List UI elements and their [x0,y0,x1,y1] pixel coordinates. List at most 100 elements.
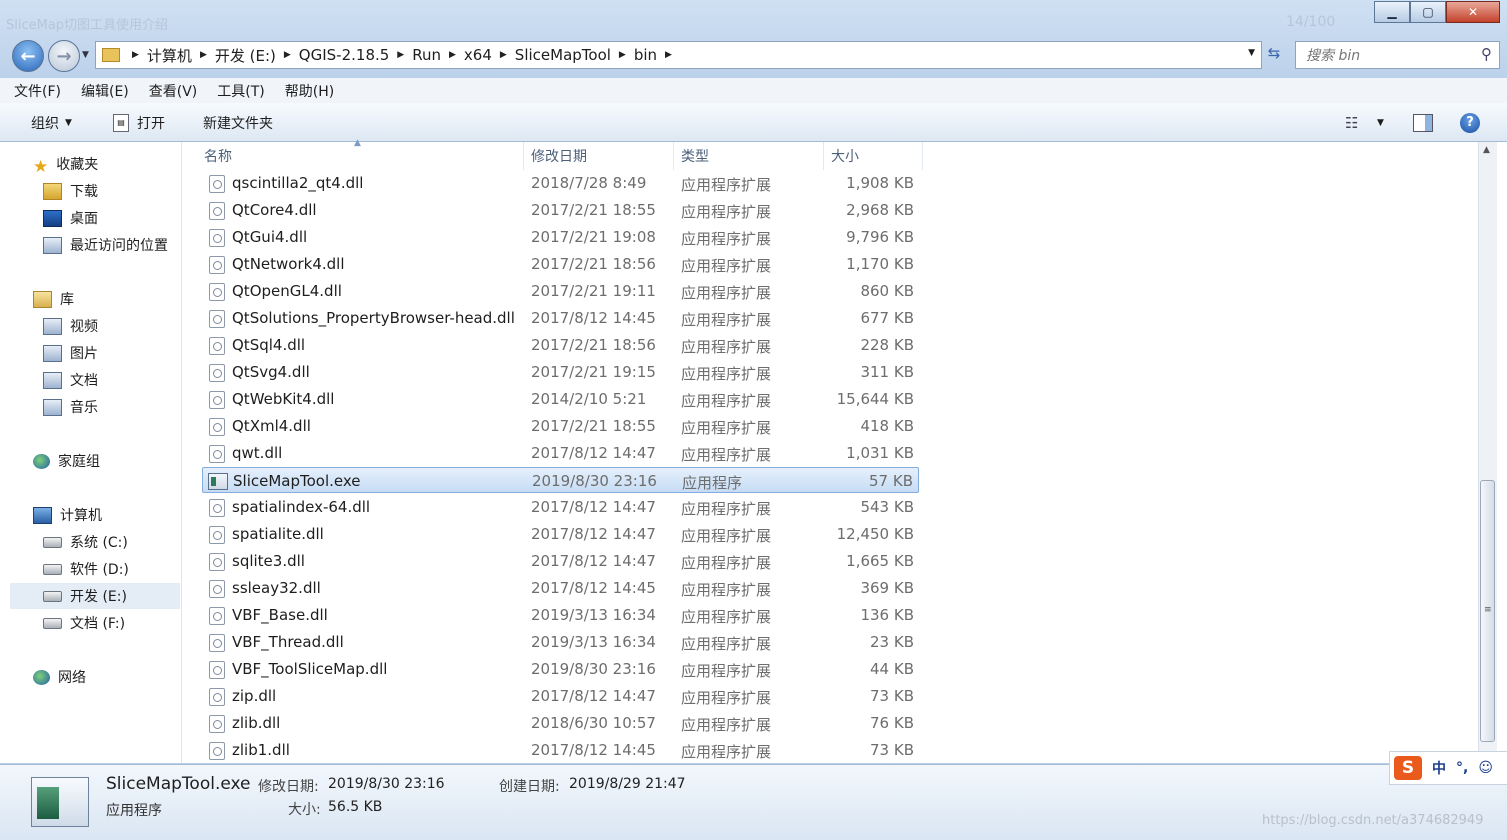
address-bar[interactable]: ▶ 计算机 ▶ 开发 (E:) ▶ QGIS-2.18.5 ▶ Run ▶ x64 ▶ S… [95,41,1262,69]
column-header-date[interactable]: 修改日期 [524,142,674,170]
file-row[interactable]: spatialite.dll 2017/8/12 14:47 应用程序扩展 12,45… [202,521,919,547]
refresh-button[interactable]: ⇆ [1264,44,1284,64]
chevron-right-icon[interactable]: ▶ [397,50,404,60]
breadcrumb-slicemaptool[interactable]: SliceMapTool ▶ [515,46,634,64]
nav-network[interactable]: 网络 [33,664,86,690]
file-row[interactable]: QtWebKit4.dll 2014/2/10 5:21 应用程序扩展 15,644 … [202,386,919,412]
file-row[interactable]: VBF_Base.dll 2019/3/13 16:34 应用程序扩展 136 KB [202,602,919,628]
chevron-right-icon[interactable]: ▶ [132,50,139,60]
chevron-right-icon[interactable]: ▶ [200,50,207,60]
address-history-dropdown[interactable]: ▼ [1248,48,1255,58]
nav-documents[interactable]: 文档 [43,367,98,393]
chevron-right-icon[interactable]: ▶ [284,50,291,60]
open-button[interactable]: ▤ 打开 [113,113,165,133]
menu-file[interactable]: 文件(F) [12,79,63,103]
nav-pictures[interactable]: 图片 [43,340,98,366]
file-row[interactable]: sqlite3.dll 2017/8/12 14:47 应用程序扩展 1,665 KB [202,548,919,574]
nav-drive-f[interactable]: 文档 (F:) [43,610,125,636]
search-icon[interactable]: ⚲ [1481,45,1492,63]
drive-icon [43,563,62,575]
file-row-selected[interactable]: SliceMapTool.exe 2019/8/30 23:16 应用程序 57 KB [202,467,919,493]
back-button[interactable]: ← [12,40,44,72]
file-list: ▲ 名称 修改日期 类型 大小 qscintilla2_qt4.dll 2018/… [182,138,1478,763]
nav-recent-places[interactable]: 最近访问的位置 [43,232,168,258]
search-box[interactable]: ⚲ [1295,41,1500,69]
maximize-button[interactable]: ▢ [1410,1,1446,23]
ime-language-toggle[interactable]: 中 [1432,758,1446,778]
column-header-size[interactable]: 大小 [824,142,923,170]
ime-emoji-icon[interactable]: ☺ [1478,760,1493,776]
chevron-right-icon[interactable]: ▶ [500,50,507,60]
nav-libraries[interactable]: 库 [33,286,74,312]
content-area: ★ 收藏夹 下载 桌面 最近访问的位置 库 视频 图片 文档 音乐 家庭组 计算机… [0,138,1507,763]
file-row[interactable]: qscintilla2_qt4.dll 2018/7/28 8:49 应用程序扩展 1… [202,170,919,196]
ime-toolbar[interactable]: S 中 °, ☺ [1389,751,1507,785]
view-dropdown-icon[interactable]: ▼ [1377,118,1384,128]
forward-button[interactable]: → [48,40,80,72]
file-row[interactable]: QtSolutions_PropertyBrowser-head.dll 2017… [202,305,919,331]
close-button[interactable]: ✕ [1446,1,1500,23]
nav-drive-c[interactable]: 系统 (C:) [43,529,128,555]
dll-file-icon [209,202,225,220]
dll-file-icon [209,283,225,301]
scroll-up-icon[interactable]: ▲ [1483,145,1490,155]
refresh-icon: ⇆ [1267,44,1281,62]
caret-down-icon: ▼ [65,118,72,128]
menu-view[interactable]: 查看(V) [147,79,200,103]
ime-punctuation-toggle[interactable]: °, [1456,760,1468,776]
view-options-icon[interactable]: ☷ [1345,114,1358,132]
file-row[interactable]: QtOpenGL4.dll 2017/2/21 19:11 应用程序扩展 860 KB [202,278,919,304]
nav-videos[interactable]: 视频 [43,313,98,339]
file-row[interactable]: spatialindex-64.dll 2017/8/12 14:47 应用程序扩展… [202,494,919,520]
nav-music[interactable]: 音乐 [43,394,98,420]
sogou-logo-icon[interactable]: S [1394,756,1422,780]
chevron-right-icon[interactable]: ▶ [619,50,626,60]
chevron-right-icon[interactable]: ▶ [665,50,672,60]
file-row[interactable]: QtXml4.dll 2017/2/21 18:55 应用程序扩展 418 KB [202,413,919,439]
column-header-type[interactable]: 类型 [674,142,824,170]
file-row[interactable]: VBF_Thread.dll 2019/3/13 16:34 应用程序扩展 23 KB [202,629,919,655]
nav-desktop[interactable]: 桌面 [43,205,98,231]
scrollbar-thumb[interactable]: ≡ [1480,480,1495,742]
minimize-button[interactable]: ▁ [1374,1,1410,23]
file-row[interactable]: VBF_ToolSliceMap.dll 2019/8/30 23:16 应用程序扩… [202,656,919,682]
nav-computer[interactable]: 计算机 [33,502,102,528]
search-input[interactable] [1304,44,1468,68]
preview-pane-icon[interactable] [1413,114,1433,132]
chevron-right-icon[interactable]: ▶ [449,50,456,60]
breadcrumb-run[interactable]: Run ▶ [412,46,464,64]
menu-help[interactable]: 帮助(H) [283,79,336,103]
breadcrumb-drive-e[interactable]: 开发 (E:) ▶ [215,45,299,66]
file-row[interactable]: zlib1.dll 2017/8/12 14:45 应用程序扩展 73 KB [202,737,919,763]
recent-pages-dropdown[interactable]: ▼ [82,50,89,60]
file-row[interactable]: QtGui4.dll 2017/2/21 19:08 应用程序扩展 9,796 KB [202,224,919,250]
nav-homegroup[interactable]: 家庭组 [33,448,100,474]
file-row[interactable]: qwt.dll 2017/8/12 14:47 应用程序扩展 1,031 KB [202,440,919,466]
help-icon[interactable]: ? [1460,113,1480,133]
title-bar[interactable]: SliceMap切图工具使用介绍 14/100 ▁ ▢ ✕ [0,0,1507,40]
dll-file-icon [209,526,225,544]
column-header-name[interactable]: 名称 [182,142,524,170]
nav-drive-e[interactable]: 开发 (E:) [10,583,180,609]
breadcrumb-x64[interactable]: x64 ▶ [464,46,515,64]
menu-edit[interactable]: 编辑(E) [79,79,131,103]
drive-icon [43,617,62,629]
file-row[interactable]: zlib.dll 2018/6/30 10:57 应用程序扩展 76 KB [202,710,919,736]
nav-downloads[interactable]: 下载 [43,178,98,204]
nav-drive-d[interactable]: 软件 (D:) [43,556,129,582]
file-row[interactable]: zip.dll 2017/8/12 14:47 应用程序扩展 73 KB [202,683,919,709]
file-row[interactable]: QtNetwork4.dll 2017/2/21 18:56 应用程序扩展 1,170… [202,251,919,277]
file-row[interactable]: QtCore4.dll 2017/2/21 18:55 应用程序扩展 2,968 KB [202,197,919,223]
breadcrumb-computer[interactable]: 计算机 ▶ [147,45,215,66]
breadcrumb-bin[interactable]: bin ▶ [634,46,680,64]
file-row[interactable]: QtSvg4.dll 2017/2/21 19:15 应用程序扩展 311 KB [202,359,919,385]
menu-tools[interactable]: 工具(T) [215,79,266,103]
breadcrumb-qgis[interactable]: QGIS-2.18.5 ▶ [299,46,412,64]
file-row[interactable]: ssleay32.dll 2017/8/12 14:45 应用程序扩展 369 KB [202,575,919,601]
file-row[interactable]: QtSql4.dll 2017/2/21 18:56 应用程序扩展 228 KB [202,332,919,358]
organize-button[interactable]: 组织 ▼ [31,113,72,133]
exe-file-icon [208,473,228,490]
vertical-scrollbar[interactable]: ▲ ≡ [1478,142,1497,763]
new-folder-button[interactable]: 新建文件夹 [203,113,273,133]
nav-favorites[interactable]: ★ 收藏夹 [33,151,98,177]
